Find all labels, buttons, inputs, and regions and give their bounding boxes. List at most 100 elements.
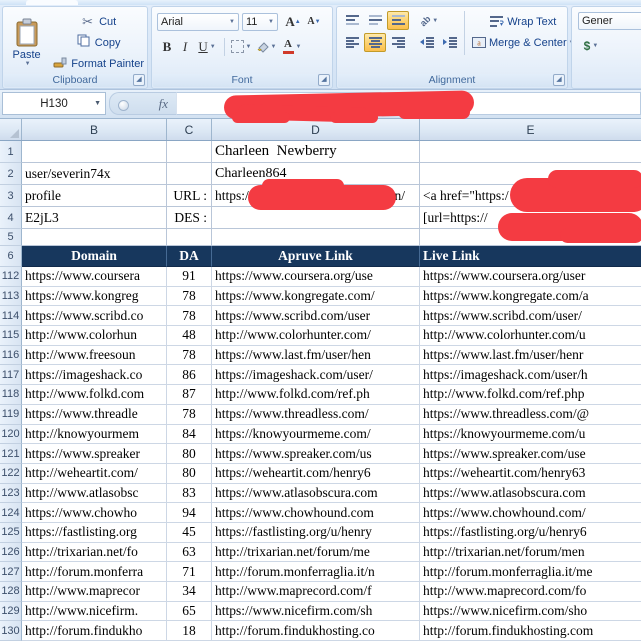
cell-live-link[interactable]: https://weheartit.com/henry63 bbox=[420, 464, 641, 484]
row-number[interactable]: 115 bbox=[0, 326, 22, 346]
row-number[interactable]: 129 bbox=[0, 601, 22, 622]
font-name-combo[interactable]: Arial ▼ bbox=[157, 12, 239, 31]
cell-apruve-link[interactable]: http://www.colorhunter.com/ bbox=[212, 326, 420, 346]
cell-b3[interactable]: profile bbox=[22, 185, 167, 207]
cell-apruve-link[interactable]: https://knowyourmeme.com/ bbox=[212, 424, 420, 445]
row-number[interactable]: 118 bbox=[0, 385, 22, 405]
cell-da[interactable]: 78 bbox=[167, 345, 212, 366]
row-number[interactable]: 121 bbox=[0, 444, 22, 464]
header-apruve-link[interactable]: Apruve Link bbox=[212, 246, 420, 267]
cell-c1[interactable] bbox=[167, 141, 212, 163]
align-center-button[interactable] bbox=[364, 33, 386, 52]
cell-live-link[interactable]: https://www.coursera.org/user bbox=[420, 267, 641, 287]
cell-da[interactable]: 80 bbox=[167, 444, 212, 464]
column-header-e[interactable]: E bbox=[420, 119, 641, 140]
italic-button[interactable]: I bbox=[176, 37, 194, 56]
row-number[interactable]: 112 bbox=[0, 267, 22, 287]
cell-live-link[interactable]: https://www.nicefirm.com/sho bbox=[420, 602, 641, 622]
cell-apruve-link[interactable]: http://trixarian.net/forum/me bbox=[212, 542, 420, 563]
cell-domain[interactable]: https://fastlisting.org bbox=[22, 522, 167, 543]
cell-apruve-link[interactable]: http://forum.monferraglia.it/n bbox=[212, 562, 420, 582]
row-number[interactable]: 122 bbox=[0, 463, 22, 484]
cell-apruve-link[interactable]: https://www.scribd.com/user bbox=[212, 306, 420, 327]
cell-d5[interactable] bbox=[212, 229, 420, 246]
cell-apruve-link[interactable]: https://www.last.fm/user/hen bbox=[212, 345, 420, 366]
underline-button[interactable]: U ▼ bbox=[194, 37, 220, 56]
cell-apruve-link[interactable]: https://www.kongregate.com/ bbox=[212, 286, 420, 307]
cell-live-link[interactable]: http://forum.findukhosting.com bbox=[420, 621, 641, 642]
cell-domain[interactable]: https://www.chowho bbox=[22, 503, 167, 523]
bold-button[interactable]: B bbox=[158, 37, 176, 56]
cell-domain[interactable]: https://www.threadle bbox=[22, 404, 167, 425]
cell-da[interactable]: 63 bbox=[167, 542, 212, 563]
cell-domain[interactable]: http://www.maprecor bbox=[22, 582, 167, 602]
cell-da[interactable]: 45 bbox=[167, 522, 212, 543]
header-live-link[interactable]: Live Link bbox=[420, 246, 641, 267]
cell-d1[interactable]: Charleen Newberry bbox=[212, 141, 420, 163]
shrink-font-button[interactable]: A ▼ bbox=[304, 12, 324, 31]
format-painter-button[interactable]: Format Painter bbox=[50, 53, 145, 74]
decrease-indent-button[interactable] bbox=[416, 33, 438, 52]
cell-c3[interactable]: URL : bbox=[167, 185, 212, 207]
cell-domain[interactable]: http://knowyourmem bbox=[22, 424, 167, 445]
cell-b5[interactable] bbox=[22, 229, 167, 246]
row-number[interactable]: 123 bbox=[0, 483, 22, 504]
cell-b1[interactable] bbox=[22, 141, 167, 163]
cell-live-link[interactable]: http://www.colorhunter.com/u bbox=[420, 326, 641, 346]
row-number[interactable]: 2 bbox=[0, 163, 22, 185]
align-right-button[interactable] bbox=[387, 33, 409, 52]
cell-domain[interactable]: http://www.nicefirm. bbox=[22, 601, 167, 622]
cell-da[interactable]: 78 bbox=[167, 404, 212, 425]
cell-da[interactable]: 18 bbox=[167, 621, 212, 642]
cell-domain[interactable]: http://www.freesoun bbox=[22, 345, 167, 366]
cell-live-link[interactable]: http://www.folkd.com/ref.php bbox=[420, 385, 641, 405]
cell-live-link[interactable]: http://forum.monferraglia.it/me bbox=[420, 562, 641, 582]
cell-apruve-link[interactable]: http://forum.findukhosting.co bbox=[212, 621, 420, 642]
column-header-b[interactable]: B bbox=[22, 119, 167, 140]
row-number[interactable]: 1 bbox=[0, 141, 22, 163]
fx-icon[interactable]: fx bbox=[159, 96, 168, 112]
row-number[interactable]: 119 bbox=[0, 404, 22, 425]
cell-da[interactable]: 87 bbox=[167, 385, 212, 405]
cell-c2[interactable] bbox=[167, 163, 212, 185]
cell-domain[interactable]: https://www.kongreg bbox=[22, 286, 167, 307]
fill-color-button[interactable]: ▼ bbox=[253, 37, 279, 56]
cell-apruve-link[interactable]: https://imageshack.com/user/ bbox=[212, 365, 420, 386]
row-number[interactable]: 128 bbox=[0, 582, 22, 602]
row-number[interactable]: 126 bbox=[0, 542, 22, 563]
cell-live-link[interactable]: https://knowyourmeme.com/u bbox=[420, 425, 641, 445]
cell-apruve-link[interactable]: https://www.nicefirm.com/sh bbox=[212, 601, 420, 622]
cell-domain[interactable]: http://www.folkd.com bbox=[22, 385, 167, 405]
cell-da[interactable]: 34 bbox=[167, 582, 212, 602]
cell-domain[interactable]: http://forum.findukho bbox=[22, 621, 167, 642]
formula-bar-handle[interactable] bbox=[118, 100, 129, 111]
align-middle-button[interactable] bbox=[364, 11, 386, 30]
cell-apruve-link[interactable]: https://fastlisting.org/u/henry bbox=[212, 522, 420, 543]
cell-da[interactable]: 48 bbox=[167, 326, 212, 346]
cell-live-link[interactable]: http://trixarian.net/forum/men bbox=[420, 543, 641, 563]
row-number[interactable]: 127 bbox=[0, 562, 22, 582]
cell-apruve-link[interactable]: https://www.spreaker.com/us bbox=[212, 444, 420, 464]
cell-c4[interactable]: DES : bbox=[167, 207, 212, 229]
align-bottom-button[interactable] bbox=[387, 11, 409, 30]
name-box-dropdown[interactable]: ▼ bbox=[94, 100, 101, 107]
cell-d4[interactable] bbox=[212, 207, 420, 229]
copy-button[interactable]: Copy bbox=[50, 32, 145, 53]
cell-live-link[interactable]: https://www.spreaker.com/use bbox=[420, 444, 641, 464]
select-all-corner[interactable] bbox=[0, 119, 22, 140]
name-box[interactable]: H130 ▼ bbox=[2, 92, 106, 115]
cell-live-link[interactable]: https://www.kongregate.com/a bbox=[420, 287, 641, 307]
orientation-button[interactable]: ab ▼ bbox=[416, 11, 442, 30]
row-number[interactable]: 124 bbox=[0, 503, 22, 523]
accounting-format-button[interactable]: $ ▼ bbox=[578, 36, 604, 55]
cell-live-link[interactable]: https://www.threadless.com/@ bbox=[420, 405, 641, 425]
cell-apruve-link[interactable]: https://www.atlasobscura.com bbox=[212, 483, 420, 504]
row-number[interactable]: 4 bbox=[0, 207, 22, 229]
align-left-button[interactable] bbox=[341, 33, 363, 52]
clipboard-dialog-launcher[interactable]: ◢ bbox=[133, 74, 145, 86]
cell-b4[interactable]: E2jL3 bbox=[22, 207, 167, 229]
alignment-dialog-launcher[interactable]: ◢ bbox=[553, 74, 565, 86]
number-format-combo[interactable]: Gener bbox=[578, 12, 641, 30]
row-number[interactable]: 6 bbox=[0, 246, 22, 267]
cell-domain[interactable]: http://trixarian.net/fo bbox=[22, 542, 167, 563]
